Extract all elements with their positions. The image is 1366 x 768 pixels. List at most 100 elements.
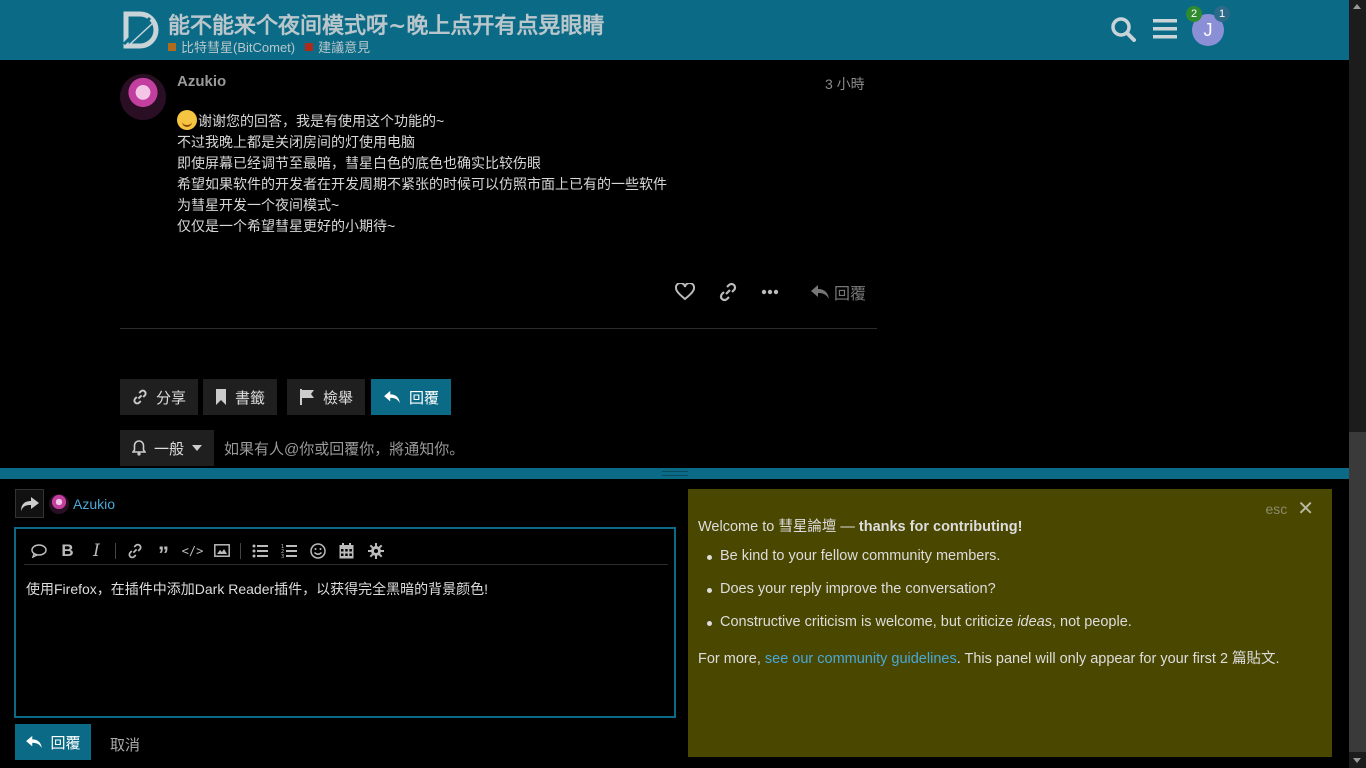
post-body: 谢谢您的回答，我是有使用这个功能的~ 不过我晚上都是关闭房间的灯使用电脑 即使屏… [177,110,667,237]
svg-text:3: 3 [281,554,284,558]
guideline-bullet: Be kind to your fellow community members… [706,548,1001,564]
welcome-panel: esc ✕ Welcome to 彗星論壇 — thanks for contr… [688,489,1332,757]
code-icon[interactable]: </> [178,539,207,563]
composer-submit-button[interactable]: 回覆 [15,724,91,760]
editor-toolbar: B I ” </> 123 [24,537,668,567]
topic-reply-label: 回覆 [409,389,440,407]
post-line: 为彗星开发一个夜间模式~ [177,197,340,213]
post-line: 即使屏幕已经调节至最暗，彗星白色的底色也确实比较伤眼 [177,155,541,171]
guideline-bullet: Constructive criticism is welcome, but c… [707,614,1132,630]
guideline-bullet: Does your reply improve the conversation… [707,581,996,597]
bulleted-list-icon[interactable] [245,539,274,563]
guideline-text: Does your reply improve the conversation… [720,581,996,597]
flag-button[interactable]: 檢舉 [287,379,366,415]
composer-action-button[interactable] [15,489,44,518]
editor-content[interactable]: 使用Firefox，在插件中添加Dark Reader插件，以获得完全黑暗的背景… [26,579,488,599]
more-suffix: . This panel will only appear for your f… [956,651,1280,667]
subcategory-label: 建議意見 [318,40,371,55]
message-badge: 1 [1214,6,1230,22]
share-button[interactable]: 分享 [120,379,199,415]
welcome-more: For more, see our community guidelines. … [698,647,1280,668]
flag-icon [300,389,314,405]
breadcrumb: 比特彗星(BitComet) 建議意見 [168,37,370,56]
welcome-intro: Welcome to 彗星論壇 — thanks for contributin… [698,515,1022,536]
bold-icon[interactable]: B [53,539,82,563]
scroll-down-icon[interactable] [1353,758,1361,763]
composer-editor[interactable]: B I ” </> 123 使用Firefox，在插件中添加Dark Reade… [14,527,676,718]
reply-icon [811,285,829,299]
close-icon[interactable]: ✕ [1297,499,1314,519]
intro-prefix: Welcome to [698,519,779,535]
share-label: 分享 [156,389,187,407]
heart-icon [675,283,695,301]
reply-icon [26,735,43,749]
post-author-avatar[interactable] [120,74,166,120]
post-line: 仅仅是一个希望彗星更好的小期待~ [177,218,396,234]
site-name: 彗星論壇 [778,519,837,535]
toolbar-separator [240,542,241,559]
notification-description: 如果有人@你或回覆你，將通知你。 [224,441,465,458]
flag-label: 檢舉 [323,389,354,407]
blockquote-icon[interactable]: ” [149,539,178,567]
category-label: 比特彗星(BitComet) [181,40,296,55]
guideline-text: , not people. [1052,614,1132,630]
bookmark-icon [216,389,226,405]
post-line: 不过我晚上都是关闭房间的灯使用电脑 [177,134,415,150]
post-reply-button[interactable]: 回覆 [810,280,866,304]
link-icon [133,389,147,405]
reply-to-user[interactable]: Azukio [49,494,115,514]
quote-bubble-icon[interactable] [24,539,53,563]
caret-down-icon [192,445,203,451]
topic-reply-button[interactable]: 回覆 [371,379,452,415]
share-arrow-icon [20,496,39,511]
smiling-emoji-icon [177,110,197,130]
intro-bold: thanks for contributing! [858,519,1023,535]
post-divider [120,328,877,329]
gear-icon[interactable] [361,539,390,563]
bookmark-label: 書籤 [235,389,266,407]
more-prefix: For more, [698,651,765,667]
close-panel-button[interactable]: esc ✕ [1265,499,1314,519]
reply-icon [384,390,400,404]
notification-badge: 2 [1186,6,1202,22]
esc-label: esc [1265,501,1288,517]
emoji-icon[interactable] [303,539,332,563]
intro-dash: — [836,519,859,535]
topic-title[interactable]: 能不能来个夜间模式呀~晚上点开有点晃眼睛 [168,8,604,40]
guideline-italic: ideas [1017,614,1052,630]
guideline-text: Be kind to your fellow community members… [720,548,1001,564]
scroll-up-icon[interactable] [1353,4,1361,9]
italic-icon[interactable]: I [82,539,111,563]
scrollbar-thumb[interactable] [1349,432,1366,752]
like-button[interactable] [675,280,695,304]
post-reply-label: 回覆 [834,286,867,303]
post-author-name[interactable]: Azukio [177,73,226,90]
reply-to-username: Azukio [73,496,116,512]
subcategory-crumb[interactable]: 建議意見 [305,37,370,56]
category-color-icon [168,42,176,51]
calendar-icon[interactable] [332,539,361,563]
composer-grip-icon[interactable] [662,471,688,476]
site-logo-icon[interactable] [120,10,160,50]
bookmark-button[interactable]: 書籤 [203,379,278,415]
composer-cancel-link[interactable]: 取消 [110,734,140,755]
image-icon[interactable] [207,539,236,563]
category-crumb[interactable]: 比特彗星(BitComet) [168,37,295,56]
post-timestamp[interactable]: 3 小時 [825,74,865,94]
hamburger-menu-icon[interactable] [1150,14,1180,44]
community-guidelines-link[interactable]: see our community guidelines [765,651,957,667]
search-icon[interactable] [1108,14,1138,44]
ellipsis-icon [761,289,779,295]
post-line: 谢谢您的回答，我是有使用这个功能的~ [198,113,445,129]
reply-to-avatar [49,494,69,514]
toolbar-separator [115,542,116,559]
guideline-text: Constructive criticism is welcome, but c… [720,614,1018,630]
category-color-icon [305,42,314,51]
hyperlink-icon[interactable] [120,539,149,563]
notification-level-dropdown[interactable]: 一般 [120,430,215,466]
more-actions-button[interactable] [761,280,779,304]
post-line: 希望如果软件的开发者在开发周期不紧张的时候可以仿照市面上已有的一些软件 [177,176,667,192]
copy-link-button[interactable] [718,280,738,304]
numbered-list-icon[interactable]: 123 [274,539,303,563]
composer-submit-label: 回覆 [50,734,81,752]
